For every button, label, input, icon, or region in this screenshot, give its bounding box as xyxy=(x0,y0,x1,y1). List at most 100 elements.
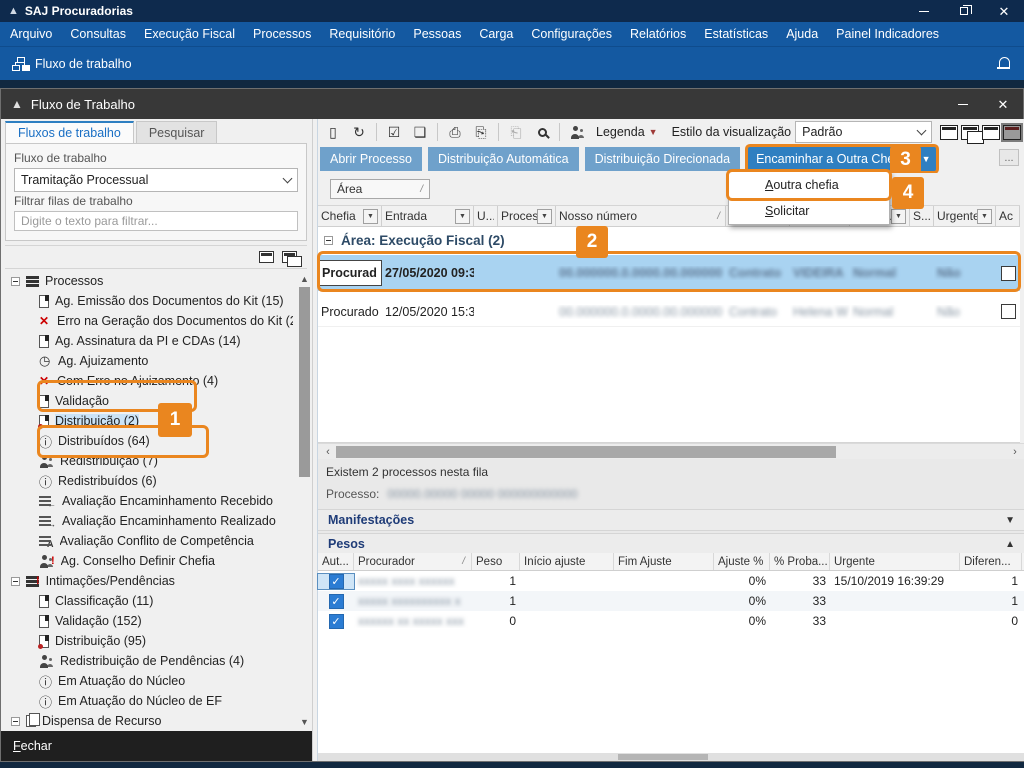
menu-item-painel-indicadores[interactable]: Painel Indicadores xyxy=(836,27,939,41)
pesos-column-diferen[interactable]: Diferen... xyxy=(960,553,1022,570)
row-checkbox[interactable] xyxy=(1001,266,1016,281)
encaminhar-a-outra-chefia-button[interactable]: Encaminhar a Outra Chefia▼ xyxy=(748,147,935,171)
menu-item-execucao-fiscal[interactable]: Execução Fiscal xyxy=(144,27,235,41)
menu-item-arquivo[interactable]: Arquivo xyxy=(10,27,52,41)
tree-item-avaliacao-encaminhamento-realizado[interactable]: →Avaliação Encaminhamento Realizado xyxy=(5,511,293,531)
send-document-icon[interactable]: ⎗ xyxy=(505,121,527,143)
notifications-bell-icon[interactable] xyxy=(997,56,1010,71)
tree-item-ag-emissao-dos-documentos-do-kit-15[interactable]: Ag. Emissão dos Documentos do Kit (15) xyxy=(5,291,293,311)
menu-item-solicitar[interactable]: Solicitar xyxy=(729,198,889,224)
redistribute-icon[interactable] xyxy=(566,121,588,143)
tree-expander-icon[interactable] xyxy=(11,717,20,726)
scrollbar-thumb[interactable] xyxy=(299,287,310,477)
section-pesos[interactable]: Pesos ▲ xyxy=(318,533,1024,555)
tree-item-validacao-152[interactable]: Validação (152) xyxy=(5,611,293,631)
column-header-chefia[interactable]: Chefia▼ xyxy=(318,206,382,226)
action-button-distribuicao-direcionada[interactable]: Distribuição Direcionada xyxy=(585,147,740,171)
select-all-icon[interactable]: ☑ xyxy=(383,121,405,143)
tree-item-intimacoespendencias[interactable]: !Intimações/Pendências xyxy=(5,571,293,591)
combine-windows-icon[interactable] xyxy=(982,125,1000,140)
tree-item-redistribuicao-7[interactable]: Redistribuição (7) xyxy=(5,451,293,471)
inspect-icon[interactable] xyxy=(531,121,553,143)
scrollbar-thumb[interactable] xyxy=(618,754,708,760)
tree-item-avaliacao-encaminhamento-recebido[interactable]: ←Avaliação Encaminhamento Recebido xyxy=(5,491,293,511)
tree-expander-icon[interactable] xyxy=(11,577,20,586)
group-row[interactable]: Área: Execução Fiscal (2) xyxy=(318,227,1020,253)
column-header-s[interactable]: S... xyxy=(910,206,934,226)
row-checkbox[interactable] xyxy=(1001,304,1016,319)
column-header-entrada[interactable]: Entrada▼ xyxy=(382,206,474,226)
tree-item-validacao[interactable]: Validação xyxy=(5,391,293,411)
pesos-column-inicio-ajuste[interactable]: Início ajuste xyxy=(520,553,614,570)
tree-item-em-atuacao-do-nucleo-de-ef[interactable]: ⓘEm Atuação do Núcleo de EF xyxy=(5,691,293,711)
filter-dropdown-icon[interactable]: ▼ xyxy=(455,209,470,224)
pesos-column-aut[interactable]: Aut... xyxy=(318,553,354,570)
save-icon[interactable]: ⎙ xyxy=(444,121,466,143)
menu-item-ajuda[interactable]: Ajuda xyxy=(786,27,818,41)
collapse-group-icon[interactable] xyxy=(324,236,333,245)
column-header-ac[interactable]: Ac xyxy=(996,206,1020,226)
forward-dropdown-arrow[interactable]: ▼ xyxy=(916,147,936,171)
column-header-u[interactable]: U... xyxy=(474,206,498,226)
filter-dropdown-icon[interactable]: ▼ xyxy=(537,209,552,224)
tree-item-distribuicao-2[interactable]: Distribuição (2) xyxy=(5,411,293,431)
checked-checkbox[interactable]: ✓ xyxy=(329,574,344,589)
tree-item-classificacao-11[interactable]: Classificação (11) xyxy=(5,591,293,611)
tree-item-com-erro-no-ajuizamento-4[interactable]: ✕Com Erro no Ajuizamento (4) xyxy=(5,371,293,391)
filter-dropdown-icon[interactable]: ▼ xyxy=(363,209,378,224)
filter-dropdown-icon[interactable]: ▼ xyxy=(891,209,906,224)
tree-item-redistribuidos-6[interactable]: ⓘRedistribuídos (6) xyxy=(5,471,293,491)
tree-item-dispensa-de-recurso[interactable]: Dispensa de Recurso xyxy=(5,711,293,729)
copy-icon[interactable]: ❏ xyxy=(409,121,431,143)
menu-item-pessoas[interactable]: Pessoas xyxy=(413,27,461,41)
save-all-icon[interactable]: ⎘ xyxy=(470,121,492,143)
cascade-windows-icon[interactable] xyxy=(961,125,979,140)
menu-item-consultas[interactable]: Consultas xyxy=(70,27,126,41)
menu-item-relatorios[interactable]: Relatórios xyxy=(630,27,686,41)
tree-vertical-scrollbar[interactable]: ▲ ▼ xyxy=(297,271,312,729)
menu-item-carga[interactable]: Carga xyxy=(479,27,513,41)
action-button-abrir-processo[interactable]: Abrir Processo xyxy=(320,147,422,171)
tree-item-redistribuicao-de-pendencias-4[interactable]: Redistribuição de Pendências (4) xyxy=(5,651,293,671)
pesos-row[interactable]: ✓xxxxxx xx xxxxx xxx00%330 xyxy=(318,611,1024,631)
tree-item-avaliacao-conflito-de-competencia[interactable]: AAvaliação Conflito de Competência xyxy=(5,531,293,551)
scroll-up-icon[interactable]: ▲ xyxy=(297,271,312,286)
scrollbar-thumb[interactable] xyxy=(336,446,836,458)
action-button-distribuicao-automatica[interactable]: Distribuição Automática xyxy=(428,147,579,171)
pesos-column-procurador[interactable]: Procurador/ xyxy=(354,553,472,570)
expand-levels-icon[interactable] xyxy=(259,251,274,263)
menu-item-configuracoes[interactable]: Configurações xyxy=(531,27,612,41)
grid-horizontal-scrollbar[interactable]: ‹ › xyxy=(318,443,1024,459)
section-manifestacoes[interactable]: Manifestações ▼ xyxy=(318,509,1024,531)
tab-pesquisar[interactable]: Pesquisar xyxy=(136,121,218,143)
column-header-urgente[interactable]: Urgente▼ xyxy=(934,206,996,226)
style-combobox[interactable]: Padrão xyxy=(795,121,932,143)
table-row[interactable]: Procurad27/05/2020 09:300.000000.0.0000.… xyxy=(318,255,1020,291)
scroll-down-icon[interactable]: ▼ xyxy=(297,714,312,729)
restore-button[interactable] xyxy=(944,0,984,22)
workflow-toolbar-button[interactable]: Fluxo de trabalho xyxy=(0,47,144,80)
menu-item-processos[interactable]: Processos xyxy=(253,27,311,41)
close-button[interactable]: ✕ xyxy=(984,0,1024,22)
tree-item-processos[interactable]: Processos xyxy=(5,271,293,291)
pesos-column-ajuste[interactable]: Ajuste % xyxy=(714,553,770,570)
scroll-left-icon[interactable]: ‹ xyxy=(320,445,336,459)
checked-checkbox[interactable]: ✓ xyxy=(329,614,344,629)
tree-item-ag-conselho-definir-chefia[interactable]: !Ag. Conselho Definir Chefia xyxy=(5,551,293,571)
pesos-row[interactable]: ✓xxxxx xxxx xxxxxx10%3315/10/2019 16:39:… xyxy=(318,571,1024,591)
pesos-column-fim-ajuste[interactable]: Fim Ajuste xyxy=(614,553,714,570)
table-row[interactable]: Procurado12/05/2020 15:3800.000000.0.000… xyxy=(318,297,1020,327)
column-header-proces[interactable]: Proces...▼ xyxy=(498,206,556,226)
group-field-chip[interactable]: Área / xyxy=(330,179,430,199)
flow-select[interactable]: Tramitação Processual xyxy=(14,168,298,192)
scroll-right-icon[interactable]: › xyxy=(1007,445,1023,459)
refresh-icon[interactable]: ↻ xyxy=(348,121,370,143)
filter-dropdown-icon[interactable]: ▼ xyxy=(977,209,992,224)
checked-checkbox[interactable]: ✓ xyxy=(329,594,344,609)
new-document-icon[interactable]: ▯ xyxy=(322,121,344,143)
tree-item-em-atuacao-do-nucleo[interactable]: ⓘEm Atuação do Núcleo xyxy=(5,671,293,691)
tree-item-erro-na-geracao-dos-documentos-do-kit-2[interactable]: ✕Erro na Geração dos Documentos do Kit (… xyxy=(5,311,293,331)
tree-item-distribuidos-64[interactable]: ⓘDistribuídos (64) xyxy=(5,431,293,451)
inner-close-button[interactable]: ✕ xyxy=(983,89,1023,119)
tree-item-ag-assinatura-da-pi-e-cdas-14[interactable]: Ag. Assinatura da PI e CDAs (14) xyxy=(5,331,293,351)
